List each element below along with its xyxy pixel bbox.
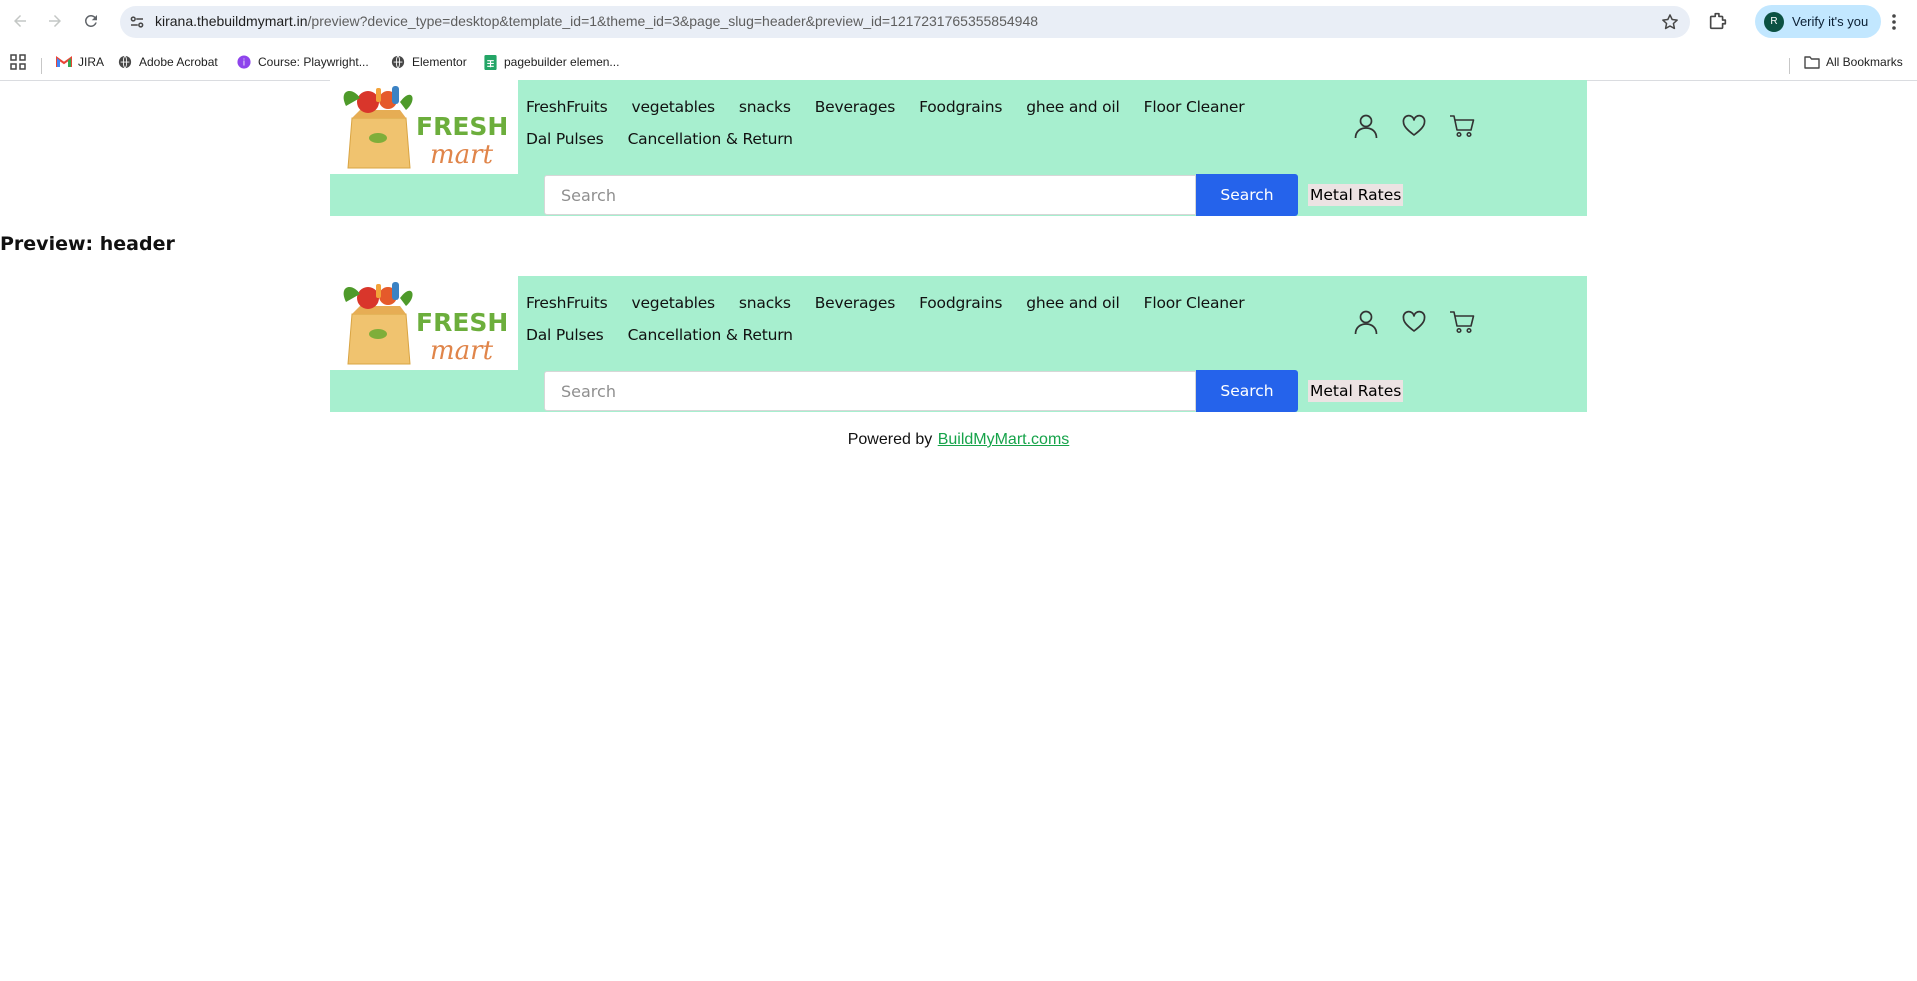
bookmark-pagebuilder[interactable]: pagebuilder elemen... [482, 52, 619, 72]
category-nav: FreshFruits vegetables snacks Beverages … [526, 287, 1286, 351]
header-actions [1352, 308, 1496, 336]
user-icon[interactable] [1352, 308, 1380, 336]
extensions-icon[interactable] [1707, 10, 1731, 34]
url-host: kirana.thebuildmymart.in [155, 13, 308, 29]
nav-item-beverages[interactable]: Beverages [815, 294, 896, 312]
bookmark-label: Course: Playwright... [258, 55, 369, 69]
cart-icon[interactable] [1448, 308, 1476, 336]
url-text[interactable]: kirana.thebuildmymart.in/preview?device_… [155, 13, 1038, 29]
fresh-mart-logo[interactable]: FRESH mart [330, 80, 518, 174]
nav-item-cancellation-return[interactable]: Cancellation & Return [628, 130, 793, 148]
header-actions [1352, 112, 1496, 140]
nav-row-2: Dal Pulses Cancellation & Return [526, 123, 1286, 155]
arrow-right-icon [49, 15, 61, 27]
nav-item-foodgrains[interactable]: Foodgrains [919, 294, 1002, 312]
bookmark-adobe-acrobat[interactable]: Adobe Acrobat [117, 52, 218, 72]
heart-icon[interactable] [1400, 308, 1428, 336]
bookmark-label: Elementor [412, 55, 467, 69]
course-icon: i [236, 54, 252, 70]
heart-icon[interactable] [1400, 112, 1428, 140]
user-icon[interactable] [1352, 112, 1380, 140]
profile-button[interactable]: R Verify it's you [1755, 5, 1881, 38]
bookmarks-divider [41, 58, 42, 74]
avatar: R [1764, 11, 1784, 32]
search-bar: Search Metal Rates [544, 174, 1404, 216]
bookmark-course-playwright[interactable]: i Course: Playwright... [236, 52, 369, 72]
profile-label: Verify it's you [1792, 14, 1869, 29]
metal-rates-link[interactable]: Metal Rates [1308, 380, 1404, 402]
bookmark-elementor[interactable]: Elementor [390, 52, 467, 72]
globe-icon [390, 54, 406, 70]
search-button[interactable]: Search [1196, 174, 1298, 216]
nav-row-2: Dal Pulses Cancellation & Return [526, 319, 1286, 351]
bookmark-label: JIRA [78, 55, 105, 69]
kebab-menu-icon[interactable] [1886, 10, 1902, 34]
store-header-preview: FRESH mart FreshFruits vegetables snacks… [330, 276, 1587, 412]
logo-text-mart: mart [430, 336, 494, 366]
nav-item-dal-pulses[interactable]: Dal Pulses [526, 326, 604, 344]
nav-item-snacks[interactable]: snacks [739, 294, 791, 312]
logo-text-fresh: FRESH [416, 308, 508, 337]
site-info-icon[interactable] [128, 13, 146, 31]
browser-toolbar: kirana.thebuildmymart.in/preview?device_… [0, 0, 1917, 44]
search-button[interactable]: Search [1196, 370, 1298, 412]
bookmarks-divider [1789, 58, 1790, 74]
arrow-left-icon [14, 15, 26, 27]
nav-item-cancellation-return[interactable]: Cancellation & Return [628, 326, 793, 344]
folder-icon [1804, 54, 1820, 70]
url-path: /preview?device_type=desktop&template_id… [307, 13, 1039, 29]
address-bar[interactable]: kirana.thebuildmymart.in/preview?device_… [120, 6, 1690, 38]
preview-title: Preview: header [0, 233, 175, 255]
powered-by-text: Powered by [847, 431, 933, 448]
nav-item-freshfruits[interactable]: FreshFruits [526, 294, 608, 312]
reload-icon [84, 14, 97, 27]
forward-button[interactable] [43, 9, 67, 33]
sheets-icon [482, 54, 498, 70]
bookmark-jira[interactable]: JIRA [56, 52, 104, 72]
apps-icon[interactable] [10, 52, 26, 72]
nav-item-beverages[interactable]: Beverages [815, 98, 896, 116]
cart-icon[interactable] [1448, 112, 1476, 140]
nav-item-snacks[interactable]: snacks [739, 98, 791, 116]
logo-text-fresh: FRESH [416, 112, 508, 141]
fresh-mart-logo[interactable]: FRESH mart [330, 276, 518, 370]
all-bookmarks[interactable]: All Bookmarks [1804, 52, 1903, 72]
gmail-icon [56, 54, 72, 70]
logo-text-mart: mart [430, 140, 494, 170]
globe-icon [117, 54, 133, 70]
nav-row-1: FreshFruits vegetables snacks Beverages … [526, 91, 1286, 123]
bookmark-label: All Bookmarks [1826, 55, 1903, 69]
back-button[interactable] [8, 9, 32, 33]
nav-item-ghee-and-oil[interactable]: ghee and oil [1026, 98, 1120, 116]
powered-by-footer: Powered by BuildMyMart.coms [0, 431, 1917, 449]
reload-button[interactable] [79, 9, 103, 33]
search-input[interactable] [544, 175, 1196, 215]
metal-rates-link[interactable]: Metal Rates [1308, 184, 1404, 206]
nav-item-freshfruits[interactable]: FreshFruits [526, 98, 608, 116]
bookmarks-bar: JIRA Adobe Acrobat i Course: Playwright.… [0, 44, 1917, 81]
bookmark-label: Adobe Acrobat [139, 55, 218, 69]
nav-item-vegetables[interactable]: vegetables [632, 98, 716, 116]
nav-item-foodgrains[interactable]: Foodgrains [919, 98, 1002, 116]
nav-row-1: FreshFruits vegetables snacks Beverages … [526, 287, 1286, 319]
nav-item-vegetables[interactable]: vegetables [632, 294, 716, 312]
search-bar: Search Metal Rates [544, 370, 1404, 412]
buildmymart-link[interactable]: BuildMyMart.coms [937, 431, 1070, 448]
category-nav: FreshFruits vegetables snacks Beverages … [526, 91, 1286, 155]
nav-item-dal-pulses[interactable]: Dal Pulses [526, 130, 604, 148]
store-header: FRESH mart FreshFruits vegetables snacks… [330, 80, 1587, 216]
nav-item-floor-cleaner[interactable]: Floor Cleaner [1144, 98, 1245, 116]
nav-item-ghee-and-oil[interactable]: ghee and oil [1026, 294, 1120, 312]
bookmark-label: pagebuilder elemen... [504, 55, 620, 69]
search-input[interactable] [544, 371, 1196, 411]
bookmark-star-icon[interactable] [1660, 12, 1680, 32]
svg-text:i: i [243, 59, 245, 69]
nav-item-floor-cleaner[interactable]: Floor Cleaner [1144, 294, 1245, 312]
